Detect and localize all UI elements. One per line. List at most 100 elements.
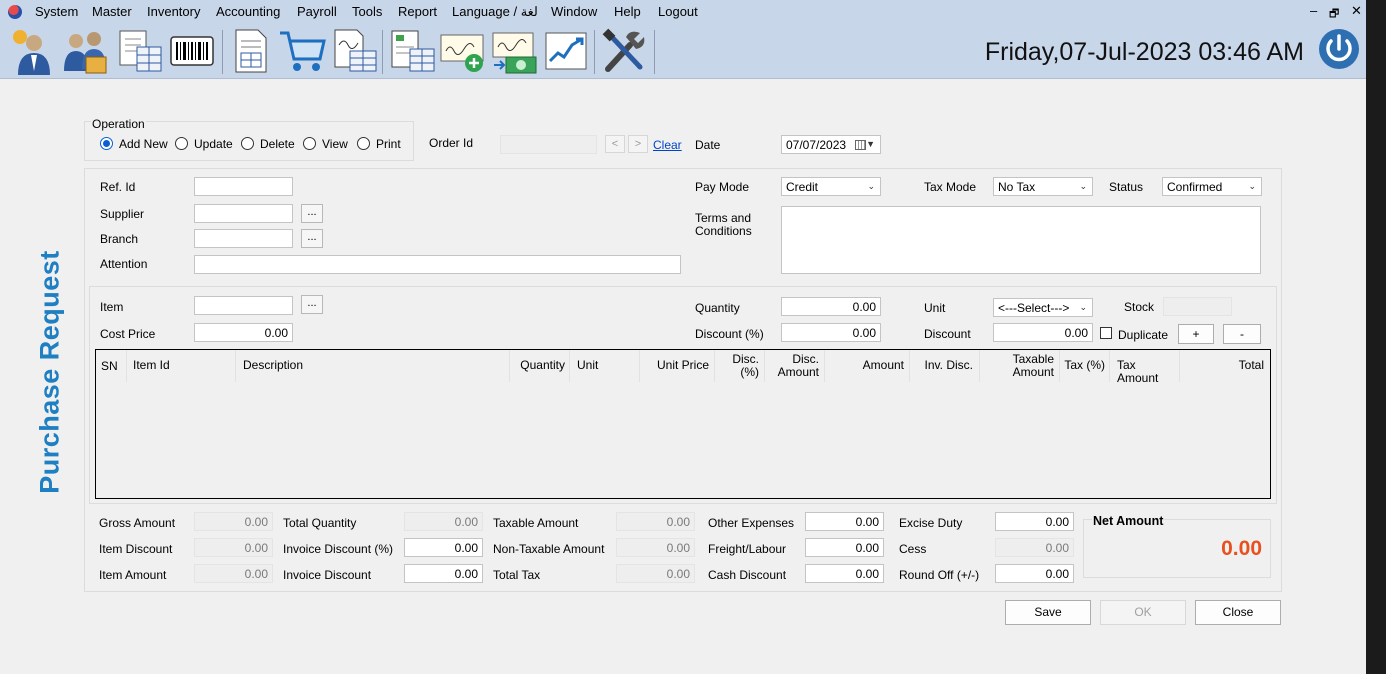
grid-header-unit[interactable]: Unit xyxy=(570,350,640,382)
menu-inventory[interactable]: Inventory xyxy=(147,4,200,19)
date-picker[interactable]: 07/07/2023 ▼ xyxy=(781,135,881,154)
grid-header-tax-amount[interactable]: Tax Amount xyxy=(1110,350,1180,385)
grid-header-sn[interactable]: SN xyxy=(96,350,127,382)
calendar-icon[interactable] xyxy=(855,140,866,150)
app-logo-icon[interactable] xyxy=(8,5,22,19)
duplicate-label[interactable]: Duplicate xyxy=(1118,328,1168,342)
menu-master[interactable]: Master xyxy=(92,4,132,19)
radio-add-new[interactable] xyxy=(100,137,113,150)
menu-report[interactable]: Report xyxy=(398,4,437,19)
menu-system[interactable]: System xyxy=(35,4,78,19)
prev-order-button[interactable]: < xyxy=(605,135,625,153)
add-item-button[interactable]: + xyxy=(1178,324,1214,344)
round-off-input[interactable]: 0.00 xyxy=(995,564,1074,583)
order-id-field[interactable] xyxy=(500,135,597,154)
restore-icon[interactable]: 🗗 xyxy=(1329,5,1339,24)
other-expenses-input[interactable]: 0.00 xyxy=(805,512,884,531)
branch-input[interactable] xyxy=(194,229,293,248)
menu-language[interactable]: Language / لغة xyxy=(452,4,538,20)
user-settings-icon[interactable] xyxy=(4,27,54,75)
ledger-report-icon[interactable] xyxy=(115,27,165,75)
report-sheet-icon[interactable] xyxy=(388,27,438,75)
menu-window[interactable]: Window xyxy=(551,4,597,19)
radio-add-new-label[interactable]: Add New xyxy=(119,137,168,151)
next-order-button[interactable]: > xyxy=(628,135,648,153)
invoice-discount-pct-input[interactable]: 0.00 xyxy=(404,538,483,557)
branch-browse-button[interactable]: ... xyxy=(301,229,323,248)
grid-header-inv-disc[interactable]: Inv. Disc. xyxy=(910,350,980,382)
radio-print[interactable] xyxy=(357,137,370,150)
grid-header-item-id[interactable]: Item Id xyxy=(127,350,236,382)
menu-logout[interactable]: Logout xyxy=(658,4,698,19)
grid-header-quantity[interactable]: Quantity xyxy=(510,350,570,382)
ref-id-input[interactable] xyxy=(194,177,293,196)
radio-view[interactable] xyxy=(303,137,316,150)
grid-header-description[interactable]: Description xyxy=(236,350,510,382)
duplicate-checkbox[interactable] xyxy=(1100,327,1112,339)
freight-input[interactable]: 0.00 xyxy=(805,538,884,557)
trend-chart-icon[interactable] xyxy=(542,27,592,75)
clear-link[interactable]: Clear xyxy=(653,138,682,152)
tax-mode-select[interactable]: No Tax ⌄ xyxy=(993,177,1093,196)
chevron-down-icon[interactable]: ▼ xyxy=(866,139,875,149)
ok-button[interactable]: OK xyxy=(1100,600,1186,625)
discount-input[interactable]: 0.00 xyxy=(993,323,1093,342)
barcode-icon[interactable] xyxy=(168,27,218,75)
invoice-discount-input[interactable]: 0.00 xyxy=(404,564,483,583)
items-grid[interactable]: SN Item Id Description Quantity Unit Uni… xyxy=(95,349,1271,499)
supplier-input[interactable] xyxy=(194,204,293,223)
power-icon[interactable] xyxy=(1318,28,1360,70)
radio-view-label[interactable]: View xyxy=(322,137,348,151)
quantity-input[interactable]: 0.00 xyxy=(781,297,881,316)
grid-header-taxable-amount[interactable]: Taxable Amount xyxy=(980,350,1060,382)
net-amount-label: Net Amount xyxy=(1092,514,1165,528)
cheque-payment-icon[interactable] xyxy=(490,27,540,75)
menu-payroll[interactable]: Payroll xyxy=(297,4,337,19)
grid-header-tax-pct[interactable]: Tax (%) xyxy=(1060,350,1110,382)
chevron-down-icon[interactable]: ⌄ xyxy=(1079,181,1087,192)
close-window-icon[interactable]: ✕ xyxy=(1351,3,1362,19)
remove-item-button[interactable]: - xyxy=(1223,324,1261,344)
menu-help[interactable]: Help xyxy=(614,4,641,19)
tools-icon[interactable] xyxy=(600,27,650,75)
excise-duty-input[interactable]: 0.00 xyxy=(995,512,1074,531)
cost-price-input[interactable]: 0.00 xyxy=(194,323,293,342)
minimize-icon[interactable]: – xyxy=(1310,3,1317,18)
invoice-table-icon[interactable] xyxy=(330,27,380,75)
grid-header-unit-price[interactable]: Unit Price xyxy=(640,350,715,382)
chevron-down-icon[interactable]: ⌄ xyxy=(867,181,875,192)
item-label: Item xyxy=(100,300,124,314)
status-select[interactable]: Confirmed ⌄ xyxy=(1162,177,1262,196)
menu-tools[interactable]: Tools xyxy=(352,4,382,19)
radio-update[interactable] xyxy=(175,137,188,150)
chevron-down-icon[interactable]: ⌄ xyxy=(1079,302,1087,313)
unit-select[interactable]: <---Select---> ⌄ xyxy=(993,298,1093,317)
item-input[interactable] xyxy=(194,296,293,315)
menu-accounting[interactable]: Accounting xyxy=(216,4,280,19)
gross-amount-label: Gross Amount xyxy=(99,516,176,530)
radio-delete-label[interactable]: Delete xyxy=(260,137,295,151)
document-icon[interactable] xyxy=(228,27,278,75)
radio-delete[interactable] xyxy=(241,137,254,150)
grid-header-amount[interactable]: Amount xyxy=(825,350,910,382)
save-button[interactable]: Save xyxy=(1005,600,1091,625)
pay-mode-select[interactable]: Credit ⌄ xyxy=(781,177,881,196)
item-browse-button[interactable]: ... xyxy=(301,295,323,314)
taxable-amount-field: 0.00 xyxy=(616,512,695,531)
cash-discount-input[interactable]: 0.00 xyxy=(805,564,884,583)
grid-header-disc-amount[interactable]: Disc. Amount xyxy=(765,350,825,382)
terms-conditions-textarea[interactable] xyxy=(781,206,1261,274)
discount-pct-input[interactable]: 0.00 xyxy=(781,323,881,342)
shopping-cart-icon[interactable] xyxy=(278,27,328,75)
tax-mode-label: Tax Mode xyxy=(924,180,977,194)
radio-print-label[interactable]: Print xyxy=(376,137,401,151)
grid-header-total[interactable]: Total xyxy=(1180,350,1270,382)
grid-header-disc-pct[interactable]: Disc. (%) xyxy=(715,350,765,382)
attention-input[interactable] xyxy=(194,255,681,274)
employees-icon[interactable] xyxy=(62,27,112,75)
chevron-down-icon[interactable]: ⌄ xyxy=(1248,181,1256,192)
close-button[interactable]: Close xyxy=(1195,600,1281,625)
supplier-browse-button[interactable]: ... xyxy=(301,204,323,223)
radio-update-label[interactable]: Update xyxy=(194,137,233,151)
add-cheque-icon[interactable] xyxy=(438,27,488,75)
